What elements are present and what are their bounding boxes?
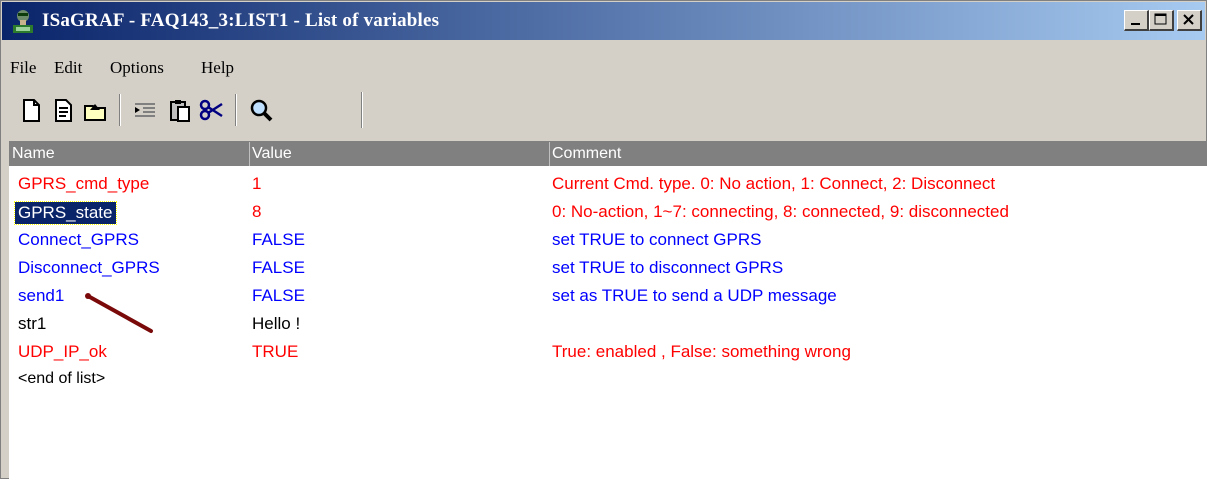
variable-comment: Current Cmd. type. 0: No action, 1: Conn… [552,174,996,193]
variable-name: send1 [18,286,65,305]
table-row-selected[interactable]: GPRS_state 8 0: No-action, 1~7: connecti… [9,198,1207,226]
column-header-name[interactable]: Name [12,145,55,163]
variable-comment: set TRUE to connect GPRS [552,230,762,249]
menu-edit[interactable]: Edit [54,58,82,78]
variable-value: FALSE [252,286,305,305]
magnifier-icon [250,99,273,122]
menu-options[interactable]: Options [110,58,164,78]
variable-comment: True: enabled , False: something wrong [552,342,851,361]
variable-name: Connect_GPRS [18,230,139,249]
variable-value: 8 [252,202,262,221]
isagraf-app-icon[interactable] [10,7,36,35]
column-header-comment[interactable]: Comment [552,145,621,163]
toolbar-separator [235,94,237,126]
close-icon [1183,14,1194,25]
variable-name: UDP_IP_ok [18,342,107,361]
minimize-icon [1131,23,1140,25]
search-button[interactable] [247,96,277,124]
edit-document-icon [55,99,72,122]
column-divider[interactable] [549,142,550,166]
table-row[interactable]: send1 FALSE set as TRUE to send a UDP me… [9,282,1207,310]
list-header: Name Value Comment [9,142,1207,166]
indent-icon [135,103,155,117]
variable-value: 1 [252,174,262,193]
table-row[interactable]: GPRS_cmd_type 1 Current Cmd. type. 0: No… [9,170,1207,198]
table-row[interactable]: Disconnect_GPRS FALSE set TRUE to discon… [9,254,1207,282]
variable-name: GPRS_cmd_type [18,174,150,193]
new-document-button[interactable] [17,96,47,124]
maximize-icon [1154,13,1167,25]
minimize-button[interactable] [1124,10,1149,31]
scissors-icon [199,99,223,121]
list-end-row[interactable]: <end of list> [9,366,1207,394]
variable-name: str1 [18,314,47,333]
table-row[interactable]: UDP_IP_ok TRUE True: enabled , False: so… [9,338,1207,366]
toolbar [9,92,364,128]
variable-comment: set TRUE to disconnect GPRS [552,258,784,277]
table-row[interactable]: Connect_GPRS FALSE set TRUE to connect G… [9,226,1207,254]
cut-button[interactable] [197,96,227,124]
column-divider[interactable] [249,142,250,166]
toolbar-separator [119,94,121,126]
title-bar[interactable]: ISaGRAF - FAQ143_3:LIST1 - List of varia… [2,2,1205,40]
paste-button[interactable] [165,96,195,124]
variable-value: Hello ! [252,314,301,333]
variable-value: FALSE [252,230,305,249]
end-of-list-marker: <end of list> [18,370,106,387]
variable-comment: 0: No-action, 1~7: connecting, 8: connec… [552,202,1009,221]
new-document-icon [23,99,40,122]
menu-help[interactable]: Help [201,58,234,78]
table-row[interactable]: str1 Hello ! [9,310,1207,338]
variable-value: TRUE [252,342,299,361]
variable-name: GPRS_state [14,201,117,225]
isagraf-window: ISaGRAF - FAQ143_3:LIST1 - List of varia… [0,0,1207,481]
paste-icon [170,100,190,122]
variable-name: Disconnect_GPRS [18,258,160,277]
variable-comment: set as TRUE to send a UDP message [552,286,837,305]
window-title: ISaGRAF - FAQ143_3:LIST1 - List of varia… [42,10,440,31]
variable-value: FALSE [252,258,305,277]
close-button[interactable] [1177,10,1202,31]
indent-button[interactable] [131,96,161,124]
toolbar-end-separator [361,92,363,128]
menu-bar: File Edit Options Help [2,51,1205,81]
column-header-value[interactable]: Value [252,145,292,163]
edit-document-button[interactable] [49,96,79,124]
variables-list[interactable]: Name Value Comment GPRS_cmd_type 1 Curre… [9,141,1207,481]
open-folder-button[interactable] [81,96,111,124]
menu-file[interactable]: File [10,58,36,78]
maximize-button[interactable] [1149,10,1174,31]
annotation-arrow [85,293,153,333]
open-folder-icon [84,104,106,121]
